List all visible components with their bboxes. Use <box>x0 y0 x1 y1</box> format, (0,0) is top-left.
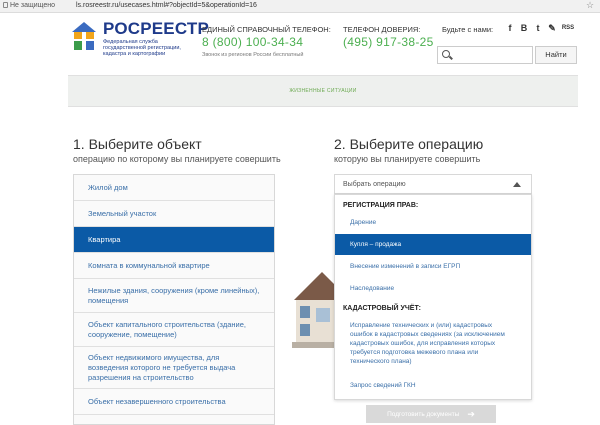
object-item-land[interactable]: Земельный участок <box>74 201 274 227</box>
social-label: Будьте с нами: <box>442 25 494 34</box>
facebook-icon[interactable]: f <box>505 23 515 33</box>
operation-options: РЕГИСТРАЦИЯ ПРАВ: Дарение Купля – продаж… <box>334 194 532 400</box>
step1-title: 1. Выберите объект <box>73 136 202 152</box>
lock-icon <box>3 2 8 8</box>
step2-title: 2. Выберите операцию <box>334 136 484 152</box>
bookmark-star-icon[interactable]: ☆ <box>586 0 594 11</box>
prepare-documents-button[interactable]: Подготовить документы ➔ <box>366 405 496 423</box>
group-registration: РЕГИСТРАЦИЯ ПРАВ: <box>343 202 419 209</box>
section-nav-band: ЖИЗНЕННЫЕ СИТУАЦИИ <box>68 75 578 107</box>
object-item-house[interactable]: Жилой дом <box>74 175 274 201</box>
vk-icon[interactable]: В <box>519 23 529 33</box>
blog-icon[interactable]: ✎ <box>547 23 557 34</box>
logo-subtitle: Федеральная служба государственной регис… <box>103 39 181 57</box>
helpline-note: Звонок из регионов России бесплатный <box>202 52 304 58</box>
search-input[interactable] <box>454 49 530 61</box>
operation-select[interactable]: Выбрать операцию <box>334 174 532 194</box>
group-cadastral: КАДАСТРОВЫЙ УЧЁТ: <box>343 305 421 312</box>
helpline-label: ЕДИНЫЙ СПРАВОЧНЫЙ ТЕЛЕФОН: <box>202 25 331 34</box>
op-gkn-request[interactable]: Запрос сведений ГКН <box>335 381 531 390</box>
prepare-documents-label: Подготовить документы <box>387 411 460 418</box>
op-error-correction[interactable]: Исправление технических и (или) кадастро… <box>335 321 531 366</box>
twitter-icon[interactable]: t <box>533 23 543 33</box>
object-item-nonresidential[interactable]: Нежилые здания, сооружения (кроме линейн… <box>74 279 274 313</box>
arrow-right-icon: ➔ <box>467 409 475 419</box>
object-item-no-permit[interactable]: Объект недвижимого имущества, для возвед… <box>74 347 274 389</box>
object-item-apartment[interactable]: Квартира <box>74 227 274 253</box>
op-egrp-changes[interactable]: Внесение изменений в записи ЕГРП <box>335 262 531 271</box>
operation-select-value: Выбрать операцию <box>343 181 406 188</box>
step2-subtitle: которую вы планируете совершить <box>334 154 481 164</box>
op-inheritance[interactable]: Наследование <box>335 284 531 293</box>
op-purchase-sale[interactable]: Купля – продажа <box>335 234 531 255</box>
url-text[interactable]: ls.rosreestr.ru/usecases.html#?objectId=… <box>76 2 257 9</box>
step1-subtitle: операцию по которому вы планируете совер… <box>73 154 281 164</box>
rss-icon[interactable]: RSS <box>560 25 576 31</box>
op-gift[interactable]: Дарение <box>335 218 531 227</box>
security-label: Не защищено <box>10 2 55 9</box>
logo-title: РОСРЕЕСТР <box>103 19 210 38</box>
object-item-capital-construction[interactable]: Объект капитального строительства (здани… <box>74 313 274 347</box>
helpline-phone[interactable]: 8 (800) 100-34-34 <box>202 35 303 49</box>
trust-label: ТЕЛЕФОН ДОВЕРИЯ: <box>343 25 421 34</box>
search-field[interactable] <box>437 46 533 64</box>
trust-phone[interactable]: (495) 917-38-25 <box>343 35 434 49</box>
nav-active-section[interactable]: ЖИЗНЕННЫЕ СИТУАЦИИ <box>68 88 578 94</box>
house-illustration <box>292 272 336 348</box>
object-list: Жилой дом Земельный участок Квартира Ком… <box>73 174 275 425</box>
chevron-up-icon <box>513 182 521 187</box>
object-item-room[interactable]: Комната в коммунальной квартире <box>74 253 274 279</box>
rosreestr-logo-icon[interactable] <box>68 18 100 58</box>
browser-address-bar[interactable]: Не защищено ls.rosreestr.ru/usecases.htm… <box>0 0 600 13</box>
object-item-unfinished[interactable]: Объект незавершенного строительства <box>74 389 274 415</box>
search-button[interactable]: Найти <box>535 46 577 64</box>
object-item-more[interactable] <box>74 415 274 424</box>
